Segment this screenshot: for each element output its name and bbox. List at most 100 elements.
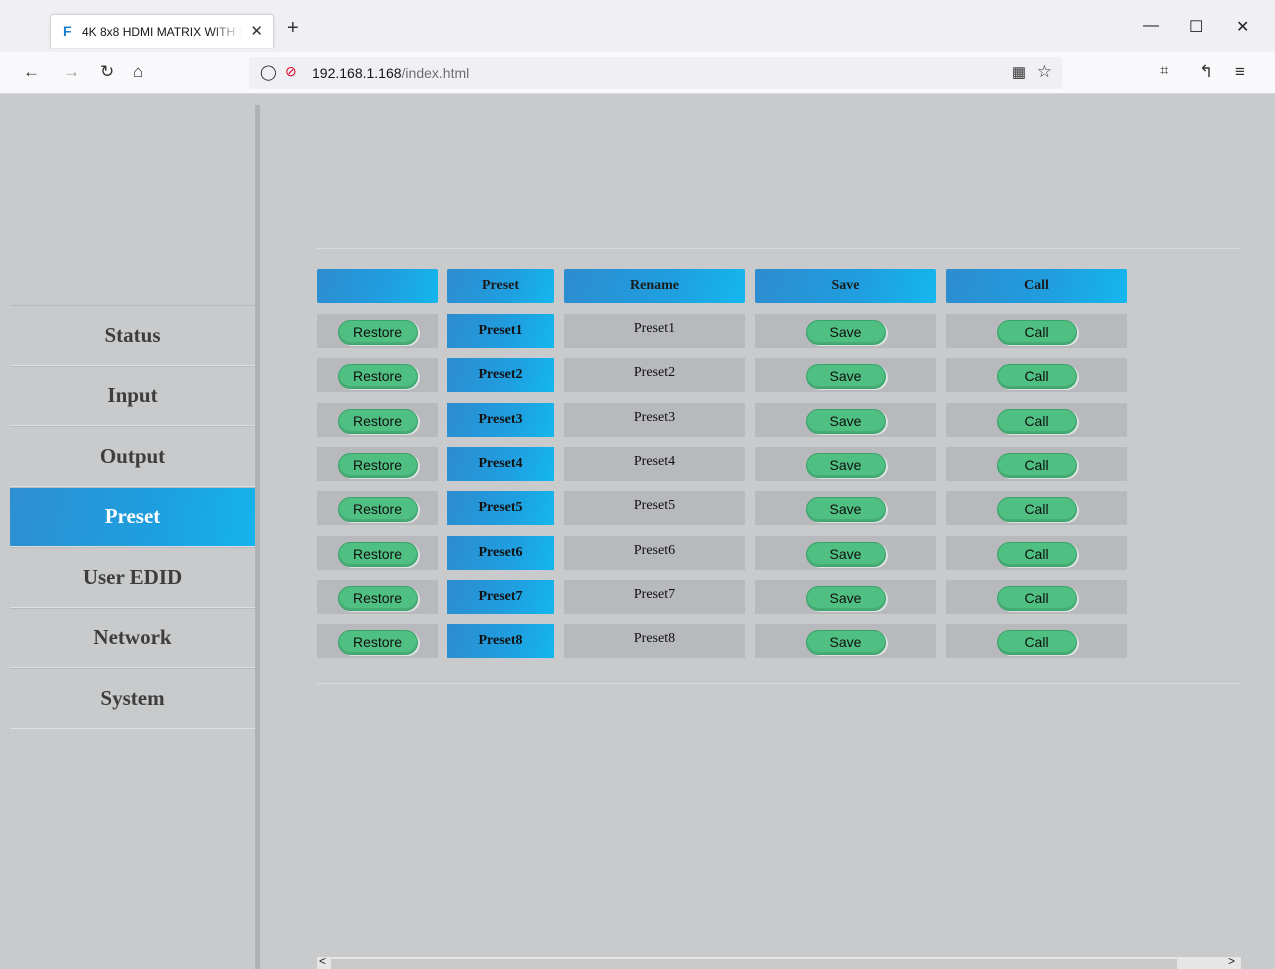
save-cell: Save	[755, 314, 936, 348]
preset-name-field[interactable]: Preset4	[564, 447, 745, 481]
close-window-icon[interactable]: ✕	[1236, 17, 1249, 37]
save-button[interactable]: Save	[805, 452, 886, 478]
preset-name-field[interactable]: Preset2	[564, 358, 745, 392]
preset-label: Preset4	[447, 447, 554, 481]
minimize-window-icon[interactable]: —	[1143, 17, 1159, 35]
sidebar-item-network[interactable]: Network	[10, 607, 255, 668]
save-cell: Save	[755, 580, 936, 614]
sidebar-item-output[interactable]: Output	[10, 426, 255, 487]
insecure-lock-icon[interactable]: ⊘	[285, 63, 297, 80]
preset-name-field[interactable]: Preset1	[564, 314, 745, 348]
scroll-left-icon[interactable]: <	[319, 954, 326, 968]
preset-name-field[interactable]: Preset7	[564, 580, 745, 614]
save-button[interactable]: Save	[805, 496, 886, 522]
save-button[interactable]: Save	[805, 541, 886, 567]
restore-cell: Restore	[317, 314, 438, 348]
restore-button[interactable]: Restore	[337, 629, 418, 655]
address-bar[interactable]: ◯ ⊘ 192.168.1.168/index.html ▦ ☆	[249, 57, 1062, 89]
browser-tab[interactable]: F 4K 8x8 HDMI MATRIX WITH EX ✕	[50, 14, 274, 48]
call-button[interactable]: Call	[996, 452, 1077, 478]
horizontal-scrollbar[interactable]: < >	[317, 954, 1241, 969]
app-menu-icon[interactable]: ≡	[1235, 62, 1245, 82]
reload-icon[interactable]: ↻	[100, 62, 114, 82]
url-host: 192.168.1.168	[312, 65, 402, 81]
bookmark-star-icon[interactable]: ☆	[1037, 62, 1052, 82]
maximize-window-icon[interactable]: ☐	[1189, 17, 1203, 37]
sidebar-item-input[interactable]: Input	[10, 365, 255, 426]
restore-button[interactable]: Restore	[337, 319, 418, 345]
sidebar-item-user-edid[interactable]: User EDID	[10, 547, 255, 608]
preset-name-field[interactable]: Preset3	[564, 403, 745, 437]
site-favicon-icon: F	[63, 23, 72, 39]
restore-button[interactable]: Restore	[337, 496, 418, 522]
save-button[interactable]: Save	[805, 319, 886, 345]
save-button[interactable]: Save	[805, 408, 886, 434]
preset-label: Preset6	[447, 536, 554, 570]
call-button[interactable]: Call	[996, 585, 1077, 611]
url-text[interactable]: 192.168.1.168/index.html	[312, 65, 469, 81]
sidebar-item-system[interactable]: System	[10, 668, 255, 729]
qr-code-icon[interactable]: ▦	[1012, 63, 1026, 81]
save-button[interactable]: Save	[805, 585, 886, 611]
preset-name-field[interactable]: Preset5	[564, 491, 745, 525]
web-page: Status Input Output Preset User EDID Network S…	[0, 95, 1275, 969]
home-icon[interactable]: ⌂	[133, 62, 143, 82]
save-button[interactable]: Save	[805, 629, 886, 655]
restore-cell: Restore	[317, 358, 438, 392]
share-icon[interactable]: ↰	[1199, 62, 1213, 82]
header-preset: Preset	[447, 269, 554, 303]
browser-navbar: ← → ↻ ⌂ ◯ ⊘ 192.168.1.168/index.html ▦ ☆…	[0, 52, 1275, 94]
url-path: /index.html	[401, 65, 470, 81]
restore-button[interactable]: Restore	[337, 363, 418, 389]
call-button[interactable]: Call	[996, 541, 1077, 567]
save-cell: Save	[755, 491, 936, 525]
header-restore	[317, 269, 438, 303]
header-call: Call	[946, 269, 1127, 303]
call-cell: Call	[946, 447, 1127, 481]
top-divider	[317, 248, 1241, 249]
sidebar-item-status[interactable]: Status	[10, 305, 255, 366]
call-cell: Call	[946, 536, 1127, 570]
call-cell: Call	[946, 314, 1127, 348]
scrollbar-thumb[interactable]	[331, 959, 1177, 969]
restore-button[interactable]: Restore	[337, 408, 418, 434]
restore-button[interactable]: Restore	[337, 452, 418, 478]
forward-icon[interactable]: →	[63, 62, 80, 82]
restore-cell: Restore	[317, 491, 438, 525]
sidebar-item-preset[interactable]: Preset	[10, 486, 255, 547]
call-button[interactable]: Call	[996, 319, 1077, 345]
restore-button[interactable]: Restore	[337, 541, 418, 567]
header-rename: Rename	[564, 269, 745, 303]
preset-name-field[interactable]: Preset8	[564, 624, 745, 658]
tracking-shield-icon[interactable]: ◯	[260, 63, 277, 81]
browser-tabstrip: F 4K 8x8 HDMI MATRIX WITH EX ✕ + — ☐ ✕	[0, 0, 1275, 52]
sidebar-divider	[255, 105, 260, 969]
header-save: Save	[755, 269, 936, 303]
restore-cell: Restore	[317, 580, 438, 614]
call-cell: Call	[946, 491, 1127, 525]
scroll-right-icon[interactable]: >	[1228, 954, 1235, 968]
preset-label: Preset7	[447, 580, 554, 614]
call-cell: Call	[946, 358, 1127, 392]
preset-label: Preset8	[447, 624, 554, 658]
restore-cell: Restore	[317, 447, 438, 481]
restore-button[interactable]: Restore	[337, 585, 418, 611]
preset-label: Preset5	[447, 491, 554, 525]
tab-title: 4K 8x8 HDMI MATRIX WITH EX	[82, 25, 242, 39]
call-cell: Call	[946, 624, 1127, 658]
preset-name-field[interactable]: Preset6	[564, 536, 745, 570]
save-cell: Save	[755, 536, 936, 570]
screenshot-crop-icon[interactable]: ⌗	[1160, 62, 1168, 79]
save-button[interactable]: Save	[805, 363, 886, 389]
call-button[interactable]: Call	[996, 363, 1077, 389]
sidebar-menu: Status Input Output Preset User EDID Network S…	[10, 305, 255, 729]
save-cell: Save	[755, 358, 936, 392]
call-button[interactable]: Call	[996, 408, 1077, 434]
back-icon[interactable]: ←	[23, 62, 40, 82]
close-tab-icon[interactable]: ✕	[250, 22, 263, 40]
new-tab-icon[interactable]: +	[287, 17, 299, 40]
call-button[interactable]: Call	[996, 496, 1077, 522]
restore-cell: Restore	[317, 403, 438, 437]
save-cell: Save	[755, 624, 936, 658]
call-button[interactable]: Call	[996, 629, 1077, 655]
